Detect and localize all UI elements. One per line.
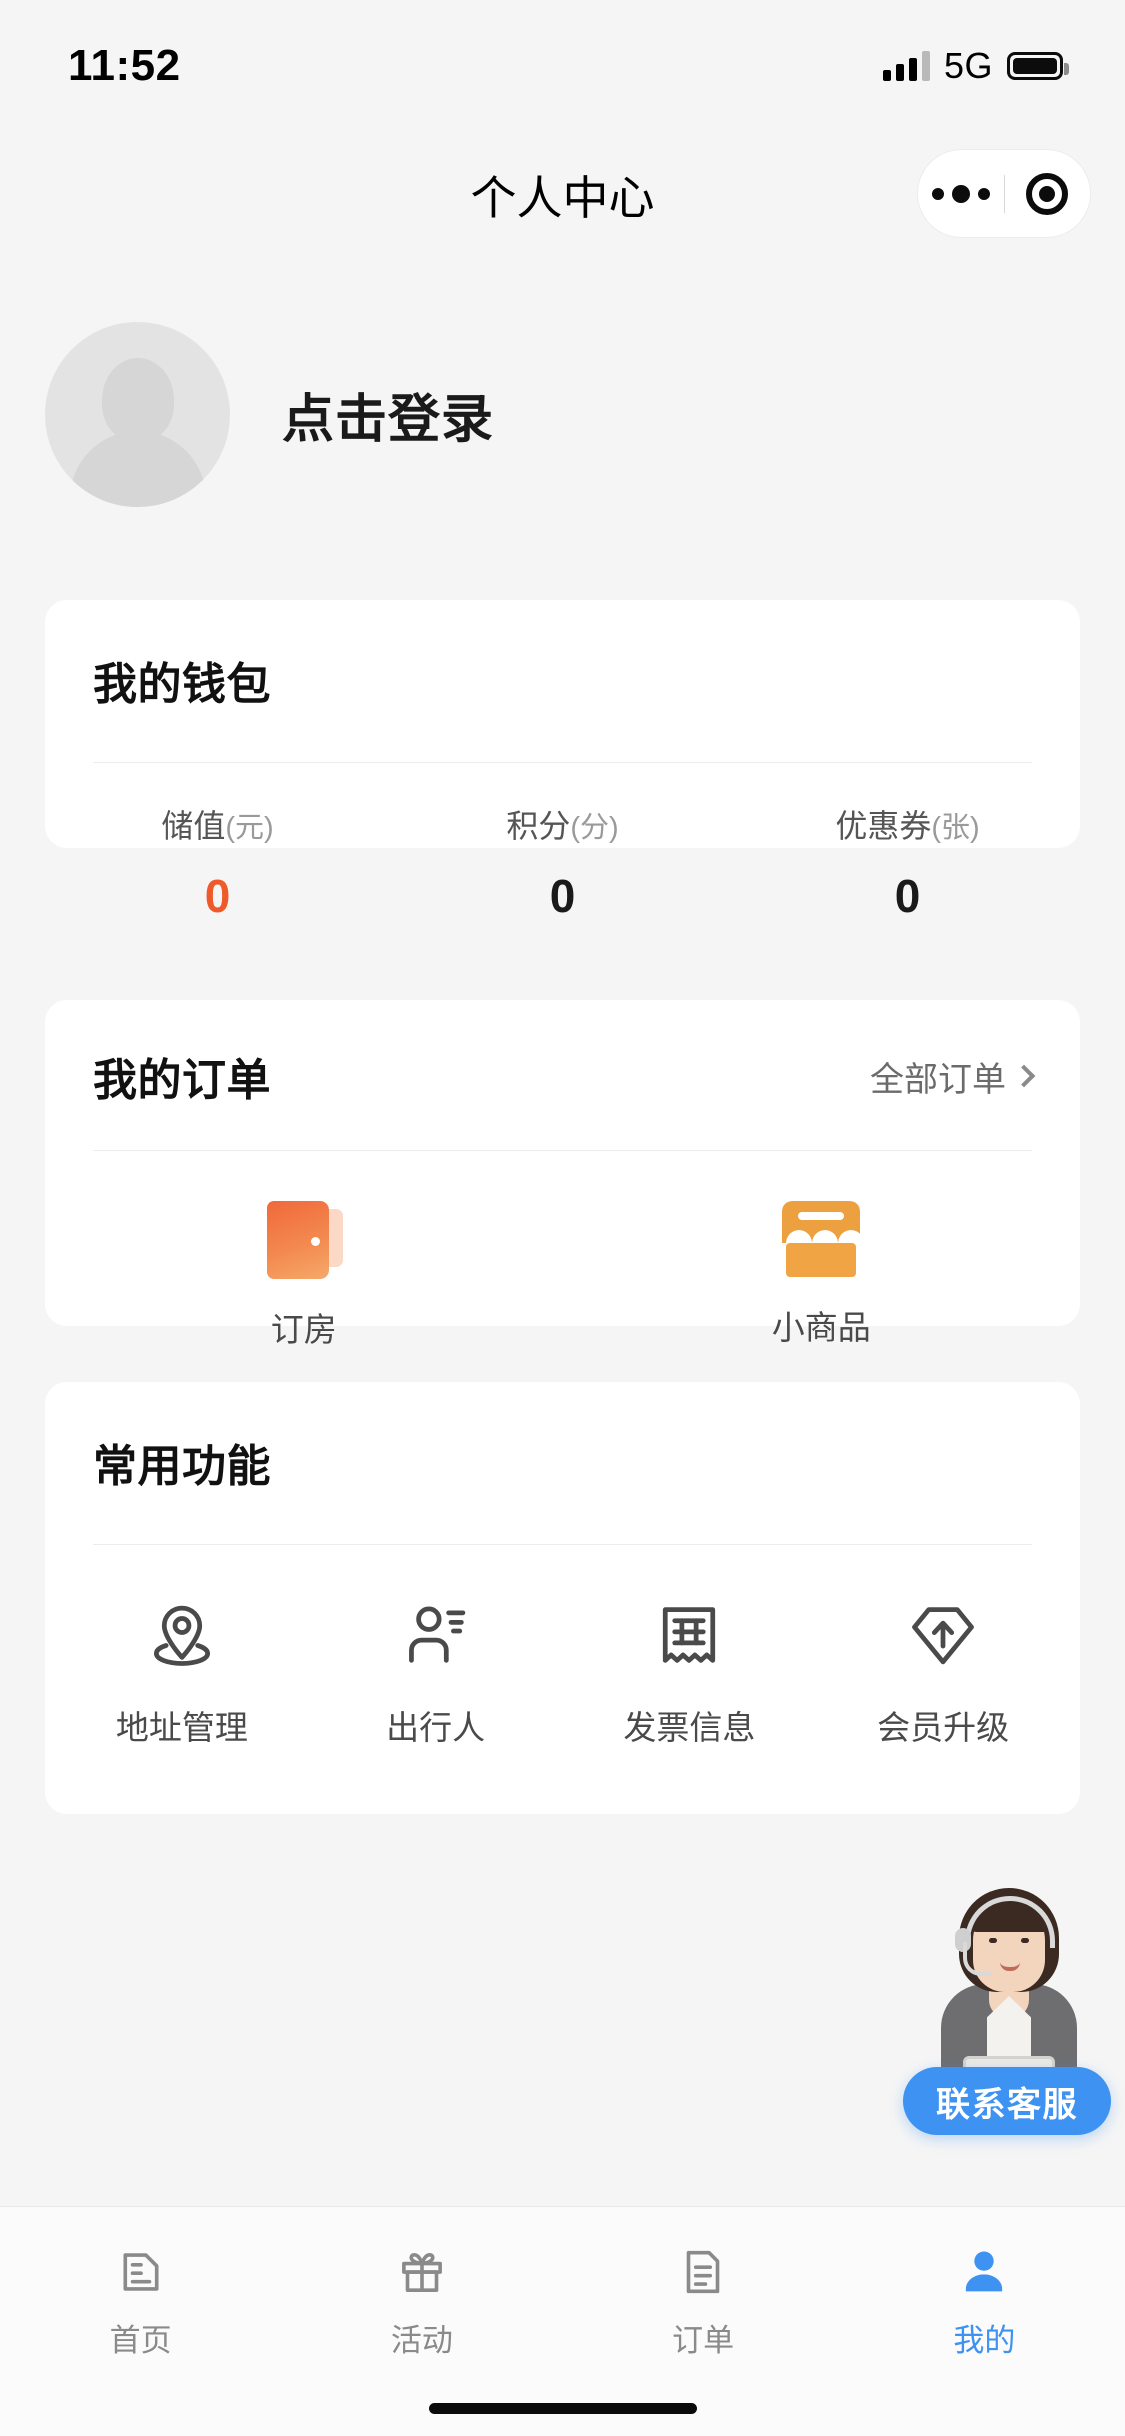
function-label: 会员升级: [877, 1709, 1010, 1746]
all-orders-label: 全部订单: [870, 1060, 1006, 1099]
default-avatar-icon[interactable]: [45, 322, 230, 507]
wallet-title: 我的钱包: [93, 660, 271, 709]
functions-grid: 地址管理 出行人 发票信息 会员升级: [45, 1545, 1080, 1749]
wallet-stat-points[interactable]: 积分(分) 0: [390, 801, 735, 923]
function-invoice[interactable]: 发票信息: [563, 1597, 817, 1749]
tab-label: 活动: [390, 2323, 453, 2358]
app-screen: 11:52 5G 个人中心 点击登录 我的钱包 储值(元) 0 积分(分) 0 …: [0, 0, 1125, 2436]
order-type-label: 订房: [270, 1311, 337, 1348]
customer-service-widget[interactable]: 联系客服: [903, 1880, 1113, 2135]
status-bar: 11:52 5G: [0, 0, 1125, 132]
orders-title: 我的订单: [93, 1056, 271, 1105]
wallet-stat-value: 0: [204, 870, 231, 922]
wallet-stat-value: 0: [549, 870, 576, 922]
function-traveler[interactable]: 出行人: [309, 1597, 563, 1749]
wallet-card-head: 我的钱包: [45, 600, 1080, 712]
tab-activity[interactable]: 活动: [281, 2243, 562, 2360]
gift-icon: [401, 2252, 442, 2292]
invoice-receipt-icon: [663, 1607, 716, 1663]
tab-mine[interactable]: 我的: [844, 2243, 1125, 2360]
functions-title: 常用功能: [93, 1442, 271, 1491]
function-address-management[interactable]: 地址管理: [55, 1597, 309, 1749]
battery-icon: [1007, 52, 1069, 80]
shop-icon: [778, 1195, 864, 1279]
home-icon: [123, 2253, 159, 2291]
function-label: 发票信息: [623, 1709, 756, 1746]
wallet-stat-value: 0: [894, 870, 921, 922]
door-icon: [261, 1195, 347, 1281]
location-pin-icon: [153, 1605, 210, 1666]
contact-customer-service-button[interactable]: 联系客服: [903, 2067, 1111, 2135]
wallet-card: 我的钱包 储值(元) 0 积分(分) 0 优惠券(张) 0: [45, 600, 1080, 922]
all-orders-link[interactable]: 全部订单: [870, 1052, 1036, 1101]
order-type-room[interactable]: 订房: [45, 1195, 563, 1351]
traveler-person-icon: [408, 1606, 465, 1663]
wallet-stat-label: 储值(元): [161, 808, 274, 844]
wallet-stat-label: 优惠券(张): [835, 808, 980, 844]
bottom-tab-bar: 首页 活动 订单 我的: [0, 2206, 1125, 2436]
status-indicators: 5G: [882, 45, 1069, 87]
orders-card: 我的订单 全部订单 订房 小商品: [45, 1000, 1080, 1348]
functions-card-head: 常用功能: [45, 1382, 1080, 1494]
network-type-label: 5G: [943, 45, 993, 86]
user-icon: [966, 2251, 1003, 2292]
wallet-stat-label: 积分(分): [506, 808, 619, 844]
function-label: 地址管理: [115, 1709, 248, 1746]
function-label: 出行人: [386, 1709, 486, 1746]
profile-header[interactable]: 点击登录: [45, 322, 494, 507]
order-list-icon: [686, 2250, 720, 2294]
target-circle-icon: [1026, 172, 1069, 215]
order-type-goods[interactable]: 小商品: [563, 1195, 1081, 1351]
orders-type-grid: 订房 小商品: [45, 1151, 1080, 1351]
tab-orders[interactable]: 订单: [563, 2243, 844, 2360]
orders-card-head: 我的订单 全部订单: [45, 1000, 1080, 1108]
nav-bar: 个人中心: [0, 140, 1125, 250]
signal-bars-icon: [882, 51, 930, 81]
diamond-upgrade-icon: [912, 1607, 974, 1665]
login-prompt-label[interactable]: 点击登录: [282, 377, 494, 452]
ellipsis-icon: [931, 184, 990, 203]
chevron-right-icon: [1012, 1064, 1036, 1088]
status-time: 11:52: [68, 41, 181, 90]
wallet-stat-stored-value[interactable]: 储值(元) 0: [45, 801, 390, 923]
wallet-stats-row: 储值(元) 0 积分(分) 0 优惠券(张) 0: [45, 763, 1080, 923]
home-indicator: [428, 2403, 697, 2414]
tab-home[interactable]: 首页: [0, 2243, 281, 2360]
order-type-label: 小商品: [771, 1309, 871, 1346]
mini-program-capsule[interactable]: [918, 150, 1090, 237]
more-menu-button[interactable]: [918, 184, 1004, 203]
close-miniprogram-button[interactable]: [1005, 172, 1091, 215]
tab-label: 我的: [953, 2323, 1016, 2358]
headset-agent-icon: [917, 1880, 1099, 2092]
wallet-stat-coupons[interactable]: 优惠券(张) 0: [735, 801, 1080, 923]
tab-label: 首页: [109, 2323, 172, 2358]
common-functions-card: 常用功能 地址管理 出行人 发票信息 会员升级: [45, 1382, 1080, 1814]
function-member-upgrade[interactable]: 会员升级: [816, 1597, 1070, 1749]
tab-label: 订单: [672, 2323, 735, 2358]
